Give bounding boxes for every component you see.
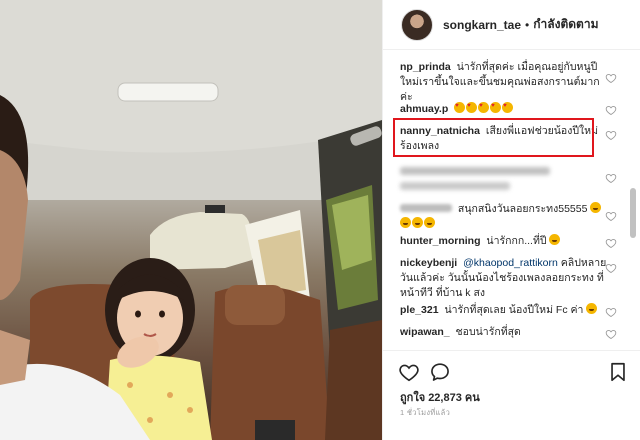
- laughing-emoji-icon: [412, 217, 423, 228]
- likes-count[interactable]: ถูกใจ 22,873 คน: [400, 388, 480, 406]
- video-frame[interactable]: [0, 0, 382, 440]
- comment-text: ชอบน่ารักที่สุด: [455, 326, 521, 338]
- post-sidebar: songkarn_tae • กำลังติดตาม np_prinda น่า…: [382, 0, 640, 440]
- heart-eyes-emoji-icon: [490, 99, 502, 114]
- comment-username[interactable]: ple_321: [400, 304, 439, 316]
- following-button[interactable]: กำลังติดตาม: [533, 15, 598, 34]
- comment-username[interactable]: nickeybenji: [400, 257, 457, 269]
- post-timestamp: 1 ชั่วโมงที่แล้ว: [400, 408, 451, 417]
- heart-icon[interactable]: [398, 361, 420, 383]
- scrollbar-thumb[interactable]: [630, 188, 636, 238]
- heart-eyes-emoji-icon: [478, 99, 490, 114]
- comment-item: สนุกสนิงวันลอยกระทง55555: [400, 202, 608, 232]
- like-comment-heart-icon[interactable]: [605, 328, 617, 340]
- like-comment-heart-icon[interactable]: [605, 210, 617, 222]
- laughing-emoji-icon: [590, 202, 602, 213]
- heart-eyes-emoji-icon: [454, 99, 466, 114]
- like-comment-heart-icon[interactable]: [605, 129, 617, 141]
- like-comment-heart-icon[interactable]: [605, 104, 617, 116]
- laughing-emoji-icon: [400, 217, 411, 228]
- comment-item-highlighted: nanny_natnicha เสียงพี่แอฟช่วยน้องปีใหม่…: [400, 124, 608, 154]
- comment-username[interactable]: np_prinda: [400, 61, 451, 73]
- comment-username[interactable]: wipawan_: [400, 326, 450, 338]
- header-username[interactable]: songkarn_tae: [443, 18, 521, 32]
- comment-mention-link[interactable]: @khaopod_rattikorn: [463, 257, 558, 269]
- comment-item: wipawan_ ชอบน่ารักที่สุด: [400, 325, 608, 340]
- comment-text: น่ารักกก...ที่ปี: [486, 235, 547, 247]
- comment-emojis: [454, 99, 514, 115]
- comment-item: hunter_morning น่ารักกก...ที่ปี: [400, 234, 608, 249]
- comment-icon[interactable]: [429, 361, 451, 383]
- comment-scrollbar[interactable]: [629, 60, 637, 350]
- header-separator: •: [525, 17, 530, 32]
- comment-item: nickeybenji @khaopod_rattikorn คลิปหลายว…: [400, 256, 608, 301]
- like-comment-heart-icon[interactable]: [605, 172, 617, 184]
- comment-username[interactable]: nanny_natnicha: [400, 125, 480, 137]
- like-comment-heart-icon[interactable]: [605, 237, 617, 249]
- like-comment-heart-icon[interactable]: [605, 72, 617, 84]
- instagram-post-view: songkarn_tae • กำลังติดตาม np_prinda น่า…: [0, 0, 640, 440]
- comment-username[interactable]: ahmuay.p: [400, 103, 448, 115]
- laughing-emoji-icon: [586, 303, 598, 314]
- laughing-emoji-icon: [424, 217, 435, 228]
- bookmark-icon[interactable]: [607, 361, 629, 383]
- comment-list[interactable]: np_prinda น่ารักที่สุดค่ะ เมื่อคุณอยู่กั…: [383, 50, 627, 350]
- avatar[interactable]: [401, 8, 433, 41]
- heart-eyes-emoji-icon: [466, 99, 478, 114]
- like-comment-heart-icon[interactable]: [605, 262, 617, 274]
- comment-item: ple_321 น่ารักที่สุดเลย น้องปีใหม่ Fc ค่…: [400, 303, 608, 318]
- comment-username-redacted: [400, 204, 452, 212]
- like-comment-heart-icon[interactable]: [605, 306, 617, 318]
- comment-item-redacted: [400, 165, 608, 195]
- car-interior-image: [0, 0, 382, 440]
- comment-text: สนุกสนิงวันลอยกระทง55555: [457, 203, 588, 215]
- heart-eyes-emoji-icon: [502, 99, 514, 114]
- comment-username[interactable]: hunter_morning: [400, 235, 481, 247]
- laughing-emoji-icon: [549, 234, 561, 245]
- comment-text: น่ารักที่สุดเลย น้องปีใหม่ Fc ค่า: [444, 304, 584, 316]
- post-action-bar: [383, 350, 640, 390]
- comment-item: ahmuay.p: [400, 99, 608, 117]
- post-header: songkarn_tae • กำลังติดตาม: [383, 0, 640, 50]
